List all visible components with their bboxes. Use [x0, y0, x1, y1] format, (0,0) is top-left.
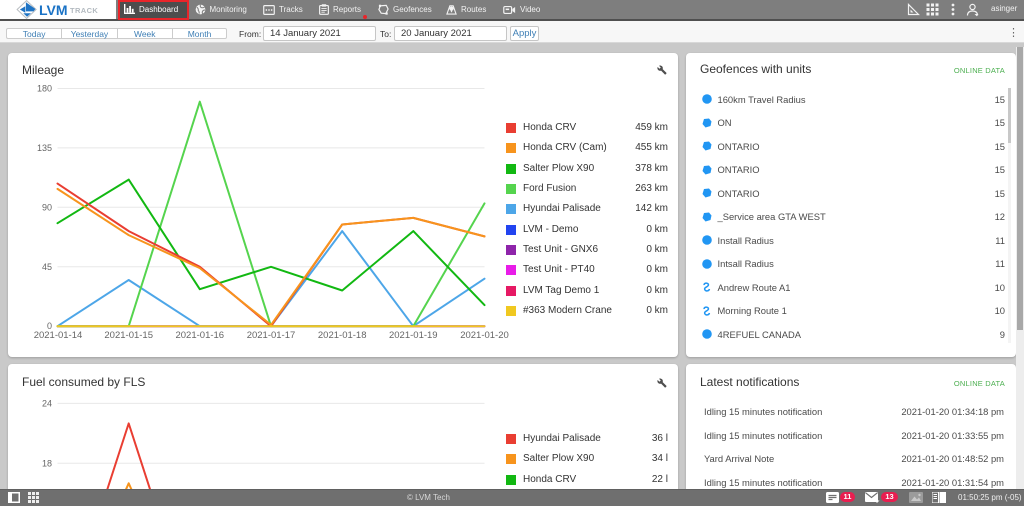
- svg-text:24: 24: [42, 398, 52, 408]
- svg-text:18: 18: [42, 458, 52, 468]
- svg-text:2021-01-14: 2021-01-14: [34, 330, 83, 341]
- svg-text:2021-01-20: 2021-01-20: [460, 330, 509, 341]
- svg-text:180: 180: [37, 84, 52, 94]
- svg-text:2021-01-18: 2021-01-18: [318, 330, 367, 341]
- svg-text:2021-01-17: 2021-01-17: [247, 330, 296, 341]
- svg-text:135: 135: [37, 143, 52, 153]
- svg-text:2021-01-15: 2021-01-15: [104, 330, 153, 341]
- svg-text:90: 90: [42, 202, 52, 212]
- svg-text:45: 45: [42, 262, 52, 272]
- svg-text:2021-01-19: 2021-01-19: [389, 330, 438, 341]
- svg-text:2021-01-16: 2021-01-16: [175, 330, 224, 341]
